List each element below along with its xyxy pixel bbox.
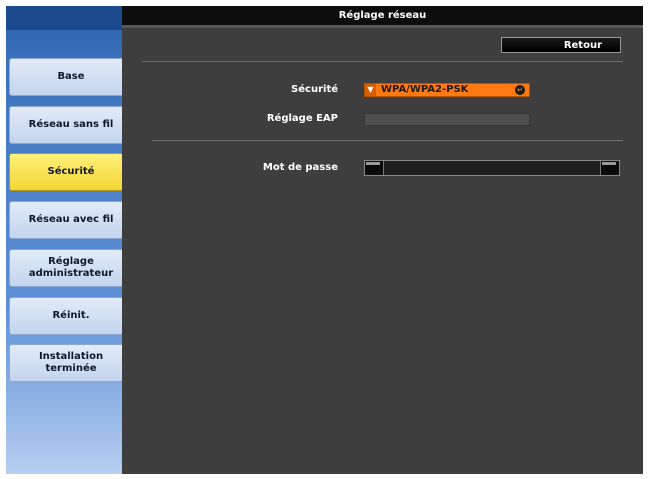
sidebar: Base Réseau sans fil Sécurité Réseau ave… [6, 6, 133, 474]
sidebar-top-strip [6, 6, 122, 30]
title-underline [122, 25, 643, 28]
sidebar-item-label: Base [57, 71, 85, 82]
sidebar-item-label: Réseau avec fil [28, 214, 114, 225]
sidebar-item-reset[interactable]: Réinit. [9, 297, 133, 335]
sidebar-item-base[interactable]: Base [9, 58, 133, 96]
sidebar-item-label: Sécurité [47, 166, 95, 177]
eap-setting-field [364, 113, 530, 126]
security-select-value: WPA/WPA2-PSK [381, 84, 469, 95]
sidebar-item-setup-complete[interactable]: Installation terminée [9, 344, 133, 382]
security-label: Sécurité [291, 84, 338, 95]
dropdown-arrow-icon: ▼ [365, 84, 376, 96]
password-label: Mot de passe [262, 162, 338, 173]
page-title: Réglage réseau [122, 6, 643, 25]
eap-label: Réglage EAP [266, 113, 338, 124]
sidebar-item-label: Réinit. [52, 310, 90, 321]
sidebar-item-label: Installation terminée [38, 351, 104, 374]
network-settings-screen: Base Réseau sans fil Sécurité Réseau ave… [6, 6, 643, 474]
field-right-cap [600, 161, 619, 175]
sidebar-item-wireless-network[interactable]: Réseau sans fil [9, 106, 133, 144]
settings-panel: Réglage réseau Retour Sécurité ▼ WPA/WPA… [122, 6, 643, 474]
security-select[interactable]: ▼ WPA/WPA2-PSK ↵ [364, 83, 530, 97]
sidebar-item-security[interactable]: Sécurité [9, 153, 133, 191]
back-button[interactable]: Retour [501, 37, 621, 53]
enter-icon: ↵ [515, 85, 525, 95]
sidebar-item-wired-network[interactable]: Réseau avec fil [9, 201, 133, 239]
divider [142, 61, 623, 62]
sidebar-item-admin-settings[interactable]: Réglage administrateur [9, 249, 133, 287]
divider [152, 140, 623, 141]
field-left-cap [365, 161, 384, 175]
sidebar-item-label: Réglage administrateur [28, 256, 114, 279]
password-field[interactable] [364, 160, 620, 176]
sidebar-item-label: Réseau sans fil [28, 119, 114, 130]
